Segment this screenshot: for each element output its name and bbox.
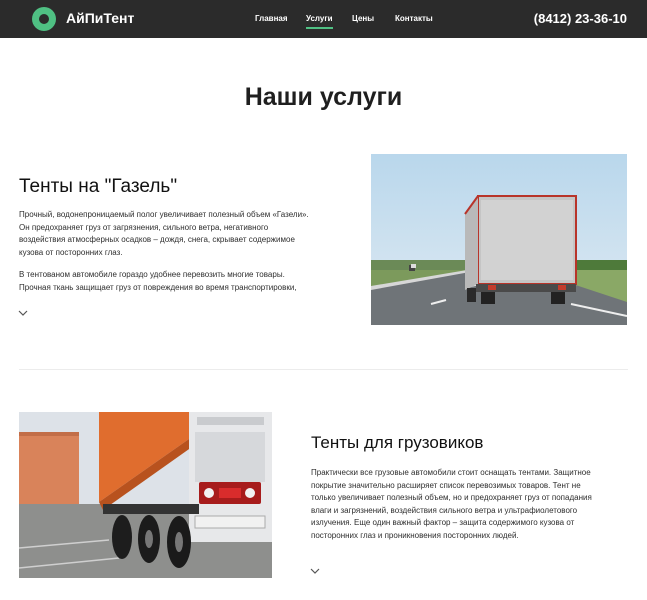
text-line: Прочный, водонепроницаемый полог увеличи… — [19, 210, 309, 219]
truck-trailer-photo — [19, 412, 272, 578]
nav-item-contacts[interactable]: Контакты — [395, 14, 433, 23]
service-title-gazel: Тенты на "Газель" — [19, 176, 178, 197]
section-divider — [19, 369, 628, 370]
text-line: В тентованом автомобиле гораздо удобнее … — [19, 270, 285, 279]
chevron-down-icon[interactable] — [310, 566, 320, 576]
text-line: кузова от посторонних глаз. — [19, 247, 123, 257]
text-line: Он предохраняет груз от загрязнения, сил… — [19, 222, 269, 232]
gazel-truck-photo — [371, 154, 627, 325]
site-header: АйПиТент Главная Услуги Цены Контакты (8… — [0, 0, 647, 38]
text-line: воздействия атмосферных осадков – дождя,… — [19, 235, 295, 244]
text-line: излучения. Еще один важный фактор – защи… — [311, 518, 575, 527]
text-line: посторонних глаз и проникновения посторо… — [311, 530, 519, 540]
page-title: Наши услуги — [244, 83, 403, 111]
text-line: Прочная ткань защищает груз от поврежден… — [19, 282, 297, 292]
text-line: только увеличивает полезный объем, но и … — [311, 493, 592, 502]
nav-item-services[interactable]: Услуги — [306, 14, 333, 29]
service-title-trucks: Тенты для грузовиков — [311, 433, 484, 452]
nav-item-prices[interactable]: Цены — [352, 14, 374, 23]
text-line: покрытие значительно расширяет список пе… — [311, 480, 581, 490]
text-line: Практически все грузовые автомобили стои… — [311, 468, 591, 477]
service-description-gazel: Прочный, водонепроницаемый полог увеличи… — [19, 209, 349, 259]
nav-item-home[interactable]: Главная — [255, 14, 288, 23]
chevron-down-icon[interactable] — [18, 308, 28, 318]
service-description-trucks: Практически все грузовые автомобили стои… — [311, 467, 631, 542]
phone-number[interactable]: (8412) 23-36-10 — [534, 11, 627, 26]
text-line: влаги и загрязнений, воздействия сильног… — [311, 505, 578, 515]
service-description-gazel-more: В тентованом автомобиле гораздо удобнее … — [19, 269, 349, 294]
